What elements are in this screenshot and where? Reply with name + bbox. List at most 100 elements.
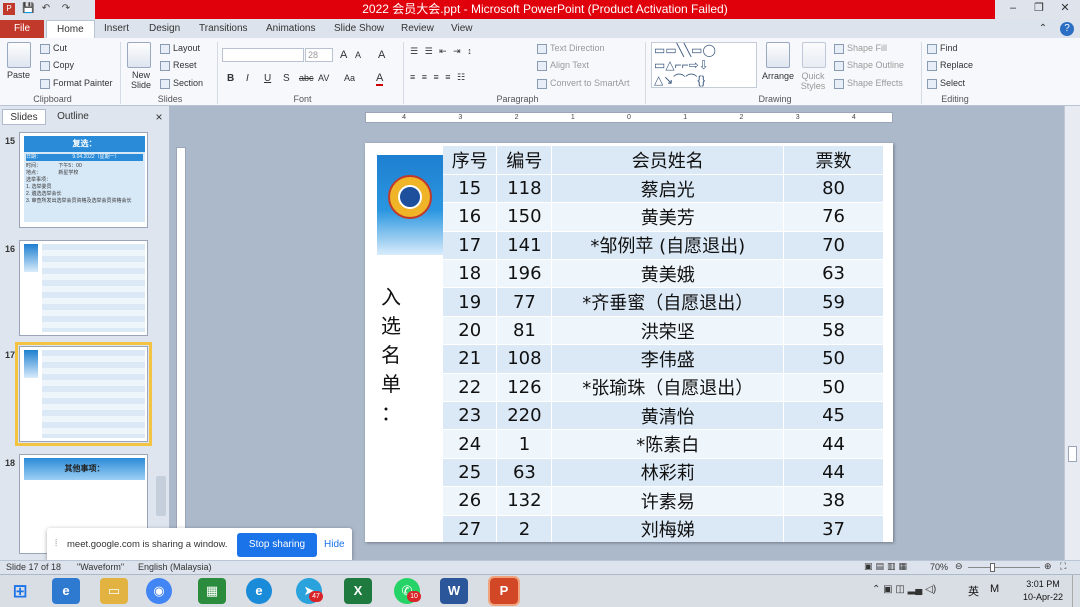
zoom-level[interactable]: 70% [930, 562, 948, 572]
view-buttons[interactable]: ▣▤▥▦ [864, 561, 910, 572]
powerpoint-icon[interactable]: P [488, 576, 520, 606]
ime-mode-indicator[interactable]: M [990, 583, 999, 595]
font-name-input[interactable] [222, 48, 304, 62]
table-cell: 59 [783, 287, 884, 317]
new-slide-button[interactable]: New Slide [126, 70, 156, 90]
list-buttons[interactable]: ☰ ☰ ⇤ ⇥ ↕ [410, 46, 474, 57]
windows-start-icon[interactable]: ⊞ [6, 578, 34, 604]
layout-button[interactable]: Layout [160, 43, 200, 54]
help-icon[interactable]: ? [1060, 22, 1074, 36]
replace-button[interactable]: Replace [927, 60, 973, 71]
close-pane-icon[interactable]: × [152, 109, 166, 125]
redo-icon[interactable]: ↷ [60, 3, 72, 15]
file-explorer-icon[interactable]: ▭ [100, 578, 128, 604]
shape-effects-button[interactable]: Shape Effects [834, 78, 903, 89]
results-table[interactable]: 序号 编号 会员姓名 票数 15 118 蔡启光 80 16 150 黄美芳 76 17 141 *… [443, 146, 884, 542]
tab-insert[interactable]: Insert [104, 20, 129, 38]
find-button[interactable]: Find [927, 43, 958, 54]
tab-home[interactable]: Home [46, 20, 95, 38]
edge-icon[interactable]: e [246, 578, 272, 604]
stop-sharing-button[interactable]: Stop sharing [237, 533, 317, 557]
slide-thumbnail-15[interactable]: 复选： 日期： 9.04.2022（星期一） 时间： 下午5：00 地点： 新星… [19, 132, 148, 228]
shape-outline-button[interactable]: Shape Outline [834, 60, 904, 71]
arrange-button[interactable]: Arrange [762, 71, 794, 81]
italic-button[interactable]: I [246, 73, 249, 84]
format-painter-button[interactable]: Format Painter [40, 78, 113, 89]
zoom-in-icon[interactable]: ⊕ [1044, 561, 1052, 572]
align-buttons[interactable]: ≡ ≡ ≡ ≡ ☷ [410, 72, 467, 83]
word-icon[interactable]: W [440, 578, 468, 604]
change-case-button[interactable]: Aa [344, 73, 355, 83]
zoom-out-icon[interactable]: ⊖ [955, 561, 963, 572]
tab-animations[interactable]: Animations [266, 20, 315, 38]
show-desktop-button[interactable] [1072, 575, 1080, 607]
shrink-font-button[interactable]: A [355, 50, 361, 60]
zoom-slider-thumb[interactable] [990, 563, 995, 572]
shadow-button[interactable]: S [283, 73, 290, 84]
text-direction-button[interactable]: Text Direction [537, 43, 605, 54]
table-row: 16 150 黄美芳 76 [443, 202, 884, 232]
binoculars-icon [927, 43, 937, 54]
thumb-title: 其他事项： [24, 458, 145, 480]
minimize-button[interactable]: – [1000, 0, 1026, 18]
copy-button[interactable]: Copy [40, 60, 74, 71]
clock-time[interactable]: 3:01 PM [1022, 579, 1064, 589]
reset-button[interactable]: Reset [160, 60, 197, 71]
tab-review[interactable]: Review [401, 20, 434, 38]
font-color-button[interactable]: A [376, 72, 384, 86]
tab-transitions[interactable]: Transitions [199, 20, 248, 38]
paste-button[interactable]: Paste [7, 70, 30, 80]
shapes-gallery[interactable]: ▭▭╲╲▭◯ ▭△⌐⌐⇨⇩ △↘⌒⌒{} [651, 42, 757, 88]
restore-button[interactable]: ❐ [1026, 0, 1052, 18]
vertical-ruler[interactable] [176, 147, 186, 542]
window-title: 2022 会员大会.ppt - Microsoft PowerPoint (Pr… [95, 0, 995, 19]
strikethrough-button[interactable]: abc [299, 73, 314, 83]
scroll-thumb[interactable] [1068, 446, 1077, 462]
system-tray-icons[interactable]: ⌃ ▣ ◫ ▂▄ ◁) [872, 584, 936, 595]
ime-indicator[interactable]: 英 [968, 583, 979, 599]
cut-button[interactable]: Cut [40, 43, 67, 54]
tab-view[interactable]: View [451, 20, 473, 38]
zoom-slider[interactable] [968, 567, 1040, 568]
close-button[interactable]: ✕ [1052, 0, 1078, 18]
table-cell: 80 [783, 174, 884, 204]
chrome-icon[interactable]: ◉ [146, 578, 172, 604]
pane-scrollbar[interactable] [156, 476, 166, 516]
slide-thumbnail-17[interactable] [15, 342, 152, 446]
tab-outline[interactable]: Outline [48, 109, 98, 125]
drag-handle-icon[interactable]: ⦙ [55, 538, 57, 549]
tab-slides[interactable]: Slides [2, 109, 46, 125]
store-icon[interactable]: ▦ [198, 578, 226, 604]
fit-slide-icon[interactable]: ⛶ [1060, 561, 1066, 572]
clear-format-icon[interactable]: A [378, 49, 385, 61]
bold-button[interactable]: B [227, 73, 234, 84]
font-size-input[interactable]: 28 [305, 48, 333, 62]
theme-name: "Waveform" [77, 562, 125, 572]
shape-fill-button[interactable]: Shape Fill [834, 43, 887, 54]
tab-slide-show[interactable]: Slide Show [334, 20, 384, 38]
section-button[interactable]: Section [160, 78, 203, 89]
language-indicator[interactable]: English (Malaysia) [138, 562, 212, 572]
undo-icon[interactable]: ↶ [40, 3, 52, 15]
clock-date[interactable]: 10-Apr-22 [1020, 592, 1066, 602]
slide-canvas[interactable]: 入 选 名 单 ： 序号 编号 会员姓名 票数 15 118 蔡启光 80 16 150 黄… [365, 143, 893, 542]
horizontal-ruler[interactable]: 4 3 2 1 0 1 2 3 4 [365, 112, 893, 123]
tab-file[interactable]: File [0, 20, 44, 38]
tab-design[interactable]: Design [149, 20, 180, 38]
quick-styles-button[interactable]: Quick Styles [798, 71, 828, 91]
save-icon[interactable]: 💾 [22, 3, 34, 15]
underline-button[interactable]: U [264, 73, 271, 84]
vertical-scrollbar[interactable] [1064, 106, 1080, 560]
slide-thumbnail-16[interactable] [19, 240, 148, 336]
slide-counter: Slide 17 of 18 [6, 562, 62, 572]
align-text-button[interactable]: Align Text [537, 60, 589, 71]
char-spacing-button[interactable]: AV [318, 73, 329, 83]
ribbon-collapse-icon[interactable]: ⌃ [1036, 22, 1050, 36]
hide-button[interactable]: Hide [324, 539, 345, 550]
excel-icon[interactable]: X [344, 578, 372, 604]
select-button[interactable]: Select [927, 78, 965, 89]
internet-explorer-icon[interactable]: e [52, 578, 80, 604]
grow-font-button[interactable]: A [340, 49, 347, 61]
convert-smartart-button[interactable]: Convert to SmartArt [537, 78, 630, 89]
table-cell: 141 [496, 231, 553, 261]
